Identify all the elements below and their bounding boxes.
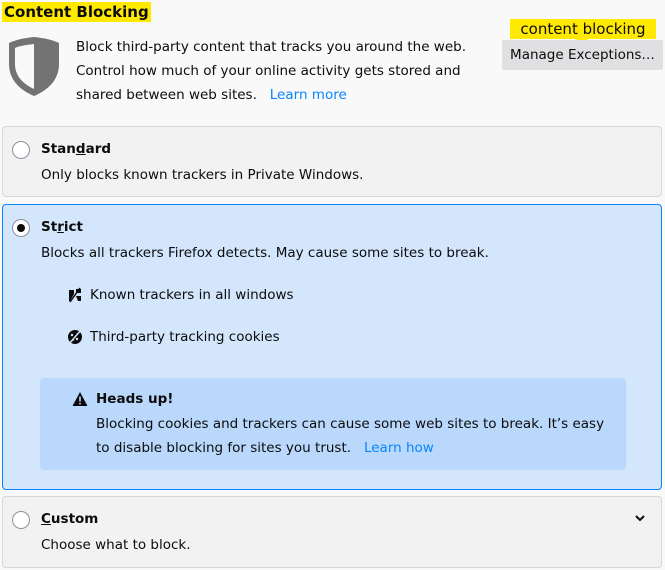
intro-text: Block third-party content that tracks yo… — [76, 35, 486, 107]
learn-more-link[interactable]: Learn more — [270, 87, 347, 103]
warning-body: Blocking cookies and trackers can cause … — [96, 416, 605, 456]
warning-text: Blocking cookies and trackers can cause … — [96, 412, 616, 460]
heads-up-warning: Heads up! Blocking cookies and trackers … — [40, 378, 626, 470]
manage-exceptions-button[interactable]: Manage Exceptions… — [502, 40, 663, 70]
shield-icon — [9, 37, 59, 96]
option-strict[interactable]: Strict Blocks all trackers Firefox detec… — [2, 204, 662, 490]
section-title: Content Blocking — [2, 2, 151, 22]
strict-title: Strict — [41, 219, 83, 235]
feature-label: Known trackers in all windows — [90, 287, 294, 303]
radio-standard[interactable] — [12, 141, 30, 159]
custom-title: Custom — [41, 511, 99, 527]
learn-how-link[interactable]: Learn how — [364, 440, 434, 456]
custom-description: Choose what to block. — [41, 537, 191, 553]
feature-known-trackers: Known trackers in all windows — [67, 285, 294, 305]
feature-label: Third-party tracking cookies — [90, 329, 280, 345]
feature-tracking-cookies: Third-party tracking cookies — [67, 327, 280, 347]
option-custom[interactable]: Custom Choose what to block. — [2, 496, 662, 568]
warning-icon — [72, 392, 88, 406]
standard-title: Standard — [41, 141, 112, 157]
standard-description: Only blocks known trackers in Private Wi… — [41, 167, 364, 183]
option-standard[interactable]: Standard Only blocks known trackers in P… — [2, 126, 662, 197]
tooltip-text: content blocking — [520, 20, 646, 38]
warning-title: Heads up! — [96, 391, 174, 407]
chevron-down-icon[interactable] — [635, 514, 645, 522]
radio-custom[interactable] — [12, 511, 30, 529]
cookie-icon — [68, 329, 82, 345]
radio-strict[interactable] — [12, 219, 30, 237]
search-highlight-tooltip: content blocking — [510, 19, 656, 45]
strict-description: Blocks all trackers Firefox detects. May… — [41, 245, 489, 261]
tracker-icon — [69, 287, 81, 303]
